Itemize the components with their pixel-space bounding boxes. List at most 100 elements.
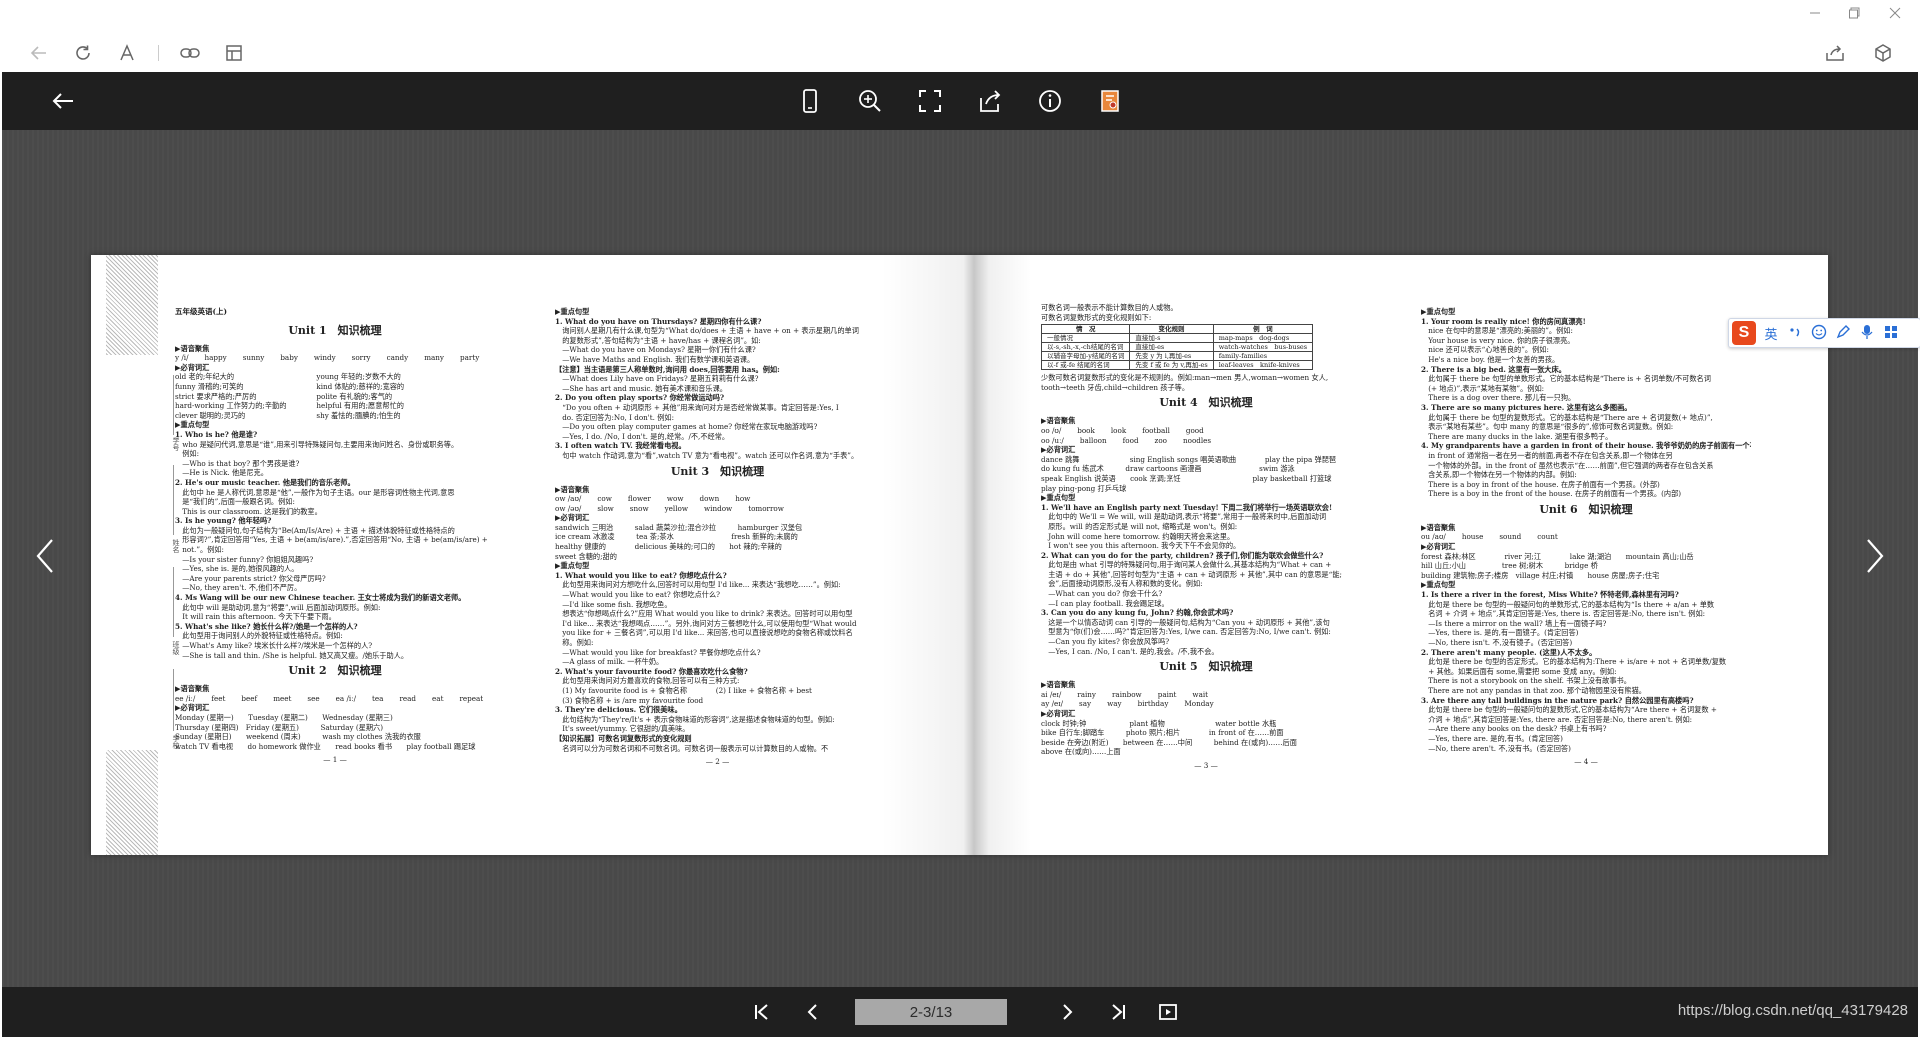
text-line: —No, there aren't. 不,没有书。(否定回答) [1421,743,1571,753]
text-line: helpful 有用的;愿意帮忙的 [316,401,404,411]
thumbnail-view-icon[interactable] [1153,999,1183,1025]
text-icon[interactable] [114,40,140,66]
zoom-in-icon[interactable] [854,85,886,117]
text-line: 3. Is he young? 他年轻吗? [175,516,272,526]
text-line: —I'd like some fish. 我想吃鱼。 [555,599,672,609]
text-line: —We have Maths and English. 我们有数学课和英语课。 [555,354,755,364]
section-heading: ▶语音聚焦 [175,343,210,353]
text-line: —Yes, I do. /No, I don't. 是的,经常。/不,不经常。 [555,431,730,441]
text-line: 此句是 there be 句型的一般疑问句的单数形式,它的基本结构为“Is th… [1421,599,1715,609]
text-line: clock 时钟;钟 plant 植物 water bottle 水瓶 [1041,718,1277,728]
phonics-word: eat [432,693,444,703]
text-line: polite 有礼貌的;客气的 [316,391,393,401]
text-line: ▶重点句型 [1421,580,1456,590]
unit-heading: Unit 3 知识梳理 [670,464,765,478]
phonics-word: way [1107,699,1122,709]
next-page-icon[interactable] [1053,999,1083,1025]
text-line: There is a boy in the front of the house… [1421,489,1682,499]
browser-toolbar [26,40,247,66]
cube-icon[interactable] [1870,40,1896,66]
page-indicator[interactable]: 2-3/13 [855,999,1007,1025]
browser-chrome [0,0,1920,72]
text-line: 此句中的 We'll = We will, will 是助动词,表示“将要”,常… [1041,512,1327,522]
text-line: sweet 含糖的;甜的 [555,551,617,561]
phonics-row: y /i/happy sunny baby windy sorry candy many pa… [175,353,495,363]
phonics-word: tomorrow [748,503,784,513]
section-heading: ▶必背词汇 [1421,542,1456,552]
phonics-word: count [1537,532,1558,542]
text-line: He's a nice boy. 他是一个友善的男孩。 [1421,354,1560,364]
section-heading: ▶重点句型 [175,420,210,430]
text-line: 此句是 there be 句型的否定形式。它的基本结构为:There + is/… [1421,657,1727,667]
page-number: — 4 — [1574,757,1598,767]
grid-menu-icon[interactable] [1882,324,1900,343]
section-heading: ▶语音聚焦 [175,684,210,694]
bookmark-icon[interactable] [1094,85,1126,117]
phone-icon[interactable] [794,85,826,117]
binding-strip [106,255,158,855]
text-line: It's sweet/yummy. 它很甜的/真美味。 [555,724,690,734]
close-icon[interactable] [1886,4,1904,22]
prev-page-icon[interactable] [797,999,827,1025]
text-block: ▶重点句型 1. We'll have an English party next… [1041,493,1371,656]
window-controls [1806,4,1904,22]
share-icon[interactable] [974,85,1006,117]
text-line: 此句属于 there be 句型的复数形式。它的基本结构是“There are … [1421,412,1713,422]
text-line: 例如: [175,449,199,459]
restore-icon[interactable] [1846,4,1864,22]
text-line: 表示“某地有某些”。句中 many 的意思是“很多的”,修饰可数名词复数。例如: [1421,422,1674,432]
text-line: —Is your sister funny? 你姐姐风趣吗? [175,554,314,564]
layout-icon[interactable] [221,40,247,66]
first-page-icon[interactable] [747,999,777,1025]
link-icon[interactable] [177,40,203,66]
text-line: not.”。例如: [175,545,224,555]
text-line: healthy 健康的 delicious 美味的;可口的 hot 辣的;辛辣的 [555,542,782,552]
text-line: dance 跳舞 sing English songs 唱英语歌曲 play t… [1041,454,1337,464]
text-line: 此句型用来询问对方想吃什么,回答时可以用句型 I'd like... 来表达“我… [555,580,841,590]
text-line: 2. There is a big bed. 这里有一张大床。 [1421,364,1566,374]
back-icon[interactable] [26,40,52,66]
text-line: —Do you often play computer games at hom… [555,422,818,432]
back-arrow-icon[interactable] [48,86,78,116]
text-line: 1. What would you like to eat? 你想吃点什么? [555,570,727,580]
minimize-icon[interactable] [1806,4,1824,22]
emoji-icon[interactable] [1810,324,1828,343]
microphone-icon[interactable] [1858,324,1876,343]
word-list: clock 时钟;钟 plant 植物 water bottle 水瓶 bike … [1041,719,1371,757]
table-row: 以-s,-sh,-x,-ch结尾的名词 直接加-es watch-watches… [1040,342,1314,353]
next-page-arrow-icon[interactable] [1860,534,1890,578]
book-page-2: ▶重点句型 1. What do you have on Thursdays? 星… [555,307,880,767]
punctuation-icon[interactable] [1786,325,1804,342]
table-cell: watch-watches bus-buses [1212,342,1314,353]
share-icon[interactable] [1822,40,1848,66]
fullscreen-icon[interactable] [914,85,946,117]
pen-icon[interactable] [1834,324,1852,343]
phonics-word: house [1461,532,1484,542]
text-line: —Is there a mirror on the wall? 墙上有一面镜子吗… [1421,618,1607,628]
text-line: —She is tall and thin. /She is helpful. … [175,650,409,660]
text-line: + 其他。如果后面有 some,需要把 some 变成 any。例如: [1421,666,1617,676]
unit-heading: Unit 5 知识梳理 [1159,660,1253,674]
word-list: sandwich 三明治 salad 蔬菜沙拉;混合沙拉 hamburger 汉… [555,523,880,561]
info-icon[interactable] [1034,85,1066,117]
text-line: building 建筑物;房子;楼房 village 村庄;村镇 house 房… [1421,570,1660,580]
refresh-icon[interactable] [70,40,96,66]
ime-logo-icon[interactable]: S [1732,321,1756,345]
phonics-word: Monday [1184,699,1214,709]
phonics-word: feet [211,693,226,703]
text-line: There is a boy in front of the house. 在房… [1421,479,1660,489]
text-line: hill 山丘;小山 tree 树;树木 bridge 桥 [1421,561,1598,571]
phonics-word: birthday [1137,699,1169,709]
text-line: 此句型用于询问别人的外貌特征或性格特点。例如: [175,631,343,641]
text-line: There are many ducks in the lake. 湖里有很多鸭… [1421,431,1613,441]
book-page-1: 五年级英语(上) Unit 1 知识梳理 ▶语音聚焦 y /i/happy sun… [175,307,495,765]
text-line: 2. What can you do for the party, childr… [1041,550,1324,560]
prev-page-arrow-icon[interactable] [30,534,60,578]
phonics-row: ou /aʊ/house sound count [1421,532,1751,542]
phonics-word: slow [597,503,614,513]
ime-language-toggle[interactable]: 英 [1762,324,1780,343]
text-line: 4. My grandparents have a garden in fron… [1421,441,1751,451]
last-page-icon[interactable] [1103,999,1133,1025]
table-cell: 先变 f 或 fe 为 v,再加-es [1129,360,1214,371]
table-cell: 直接加-es [1129,342,1214,353]
